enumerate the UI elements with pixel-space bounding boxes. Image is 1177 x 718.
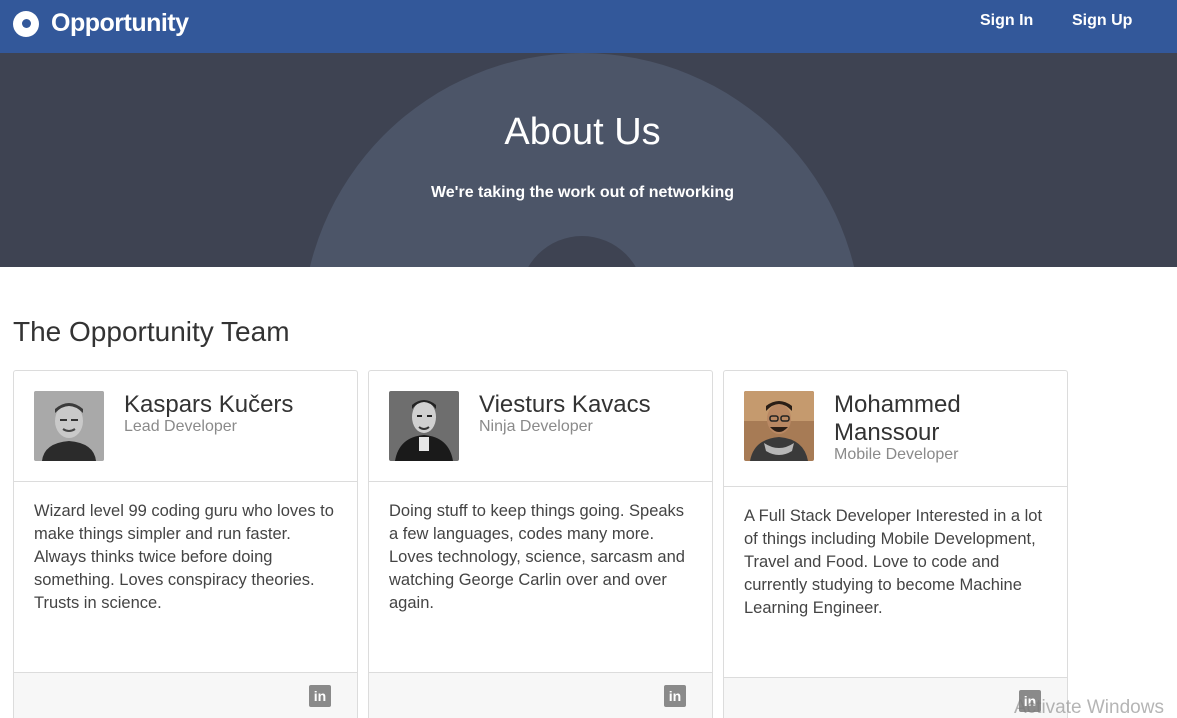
avatar — [34, 391, 104, 461]
team-member-card: Kaspars Kučers Lead Developer Wizard lev… — [13, 370, 358, 718]
brand-name: Opportunity — [51, 9, 189, 37]
sign-up-link[interactable]: Sign Up — [1072, 12, 1132, 30]
member-name: Mohammed Manssour — [834, 391, 961, 446]
team-section-heading: The Opportunity Team — [13, 316, 290, 347]
avatar — [389, 391, 459, 461]
team-member-card: Viesturs Kavacs Ninja Developer Doing st… — [368, 370, 713, 718]
hero-banner: About Us We're taking the work out of ne… — [0, 53, 1177, 267]
activate-windows-watermark: Activate Windows — [1014, 697, 1164, 718]
member-name: Kaspars Kučers — [124, 391, 294, 418]
member-name: Viesturs Kavacs — [479, 391, 651, 418]
card-header: Kaspars Kučers Lead Developer — [14, 371, 357, 482]
hero-decorative-circle — [302, 53, 862, 267]
member-bio: A Full Stack Developer Interested in a l… — [744, 507, 1043, 617]
member-role: Ninja Developer — [479, 418, 593, 435]
team-member-card: Mohammed Manssour Mobile Developer A Ful… — [723, 370, 1068, 718]
brand-home-link[interactable]: Opportunity — [13, 9, 189, 38]
page-subtitle: We're taking the work out of networking — [430, 184, 735, 201]
page-title: About Us — [504, 111, 661, 153]
card-footer: in — [369, 672, 712, 718]
member-bio: Wizard level 99 coding guru who loves to… — [34, 502, 334, 612]
member-bio: Doing stuff to keep things going. Speaks… — [389, 502, 685, 612]
card-footer: in — [14, 672, 357, 718]
member-role: Mobile Developer — [834, 446, 959, 463]
card-header: Viesturs Kavacs Ninja Developer — [369, 371, 712, 482]
linkedin-icon[interactable]: in — [309, 685, 331, 707]
top-navbar: Opportunity Sign In Sign Up — [0, 0, 1177, 53]
card-header: Mohammed Manssour Mobile Developer — [724, 371, 1067, 487]
sign-in-link[interactable]: Sign In — [980, 12, 1033, 30]
opportunity-logo-icon — [13, 10, 39, 37]
member-role: Lead Developer — [124, 418, 237, 435]
avatar — [744, 391, 814, 461]
linkedin-icon[interactable]: in — [664, 685, 686, 707]
